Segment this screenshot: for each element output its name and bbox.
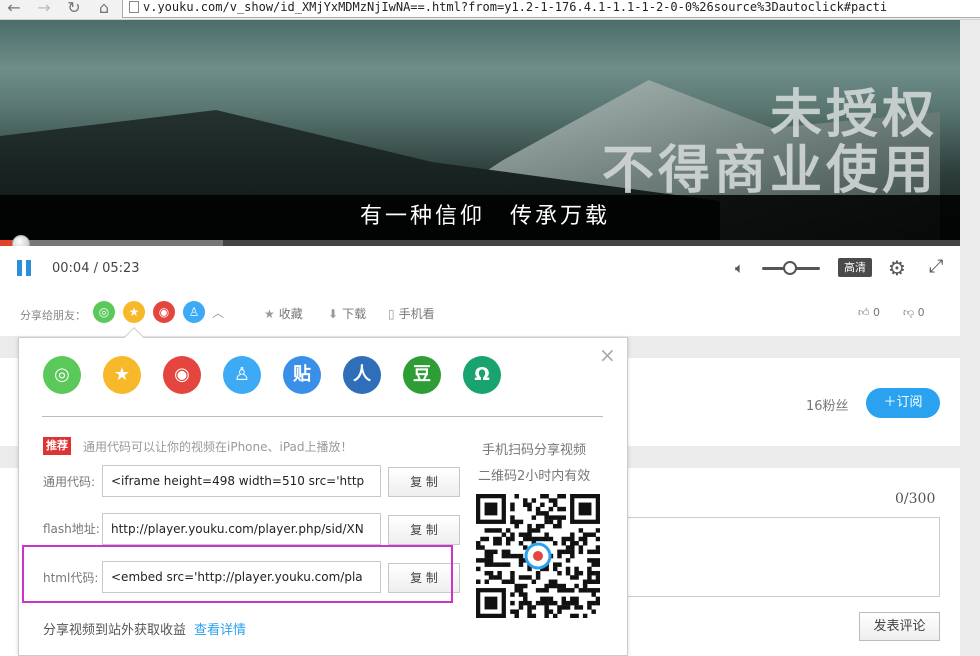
phone-icon: ▯ bbox=[388, 307, 395, 321]
comment-counter: 0/300 bbox=[895, 491, 936, 507]
reload-icon[interactable]: ↻ bbox=[64, 0, 84, 18]
back-icon[interactable]: ← bbox=[4, 0, 24, 18]
renren-share-icon[interactable]: 人 bbox=[343, 356, 381, 394]
video-player[interactable]: 未授权 不得商业使用 有一种信仰 传承万载 bbox=[0, 20, 960, 240]
subscribe-button[interactable]: ＋订阅 bbox=[866, 388, 940, 418]
chevron-up-icon[interactable]: ︿ bbox=[212, 304, 224, 321]
forward-icon[interactable]: → bbox=[34, 0, 54, 18]
mobile-watch-label: 手机看 bbox=[398, 307, 435, 321]
dislike-count: 0 bbox=[917, 306, 925, 319]
url-text: v.youku.com/v_show/id_XMjYxMDMzNjIwNA==.… bbox=[143, 0, 888, 14]
like-button[interactable]: 👍︎ 0 bbox=[858, 306, 880, 319]
download-icon: ⬇ bbox=[328, 307, 339, 321]
share-label: 分享给朋友： bbox=[20, 309, 86, 322]
volume-handle[interactable] bbox=[783, 261, 797, 275]
highlight-box bbox=[22, 545, 453, 603]
copy-universal-button[interactable]: 复 制 bbox=[388, 467, 460, 497]
favorite-label: 收藏 bbox=[278, 307, 303, 321]
page: ← → ↻ ⌂ v.youku.com/v_show/id_XMjYxMDMzN… bbox=[0, 0, 980, 656]
qq-share-icon[interactable]: ♙ bbox=[223, 356, 261, 394]
tieba-share-icon[interactable]: 贴 bbox=[283, 356, 321, 394]
address-bar[interactable]: v.youku.com/v_show/id_XMjYxMDMzNjIwNA==.… bbox=[122, 0, 980, 18]
universal-code-label: 通用代码: bbox=[43, 475, 96, 489]
post-comment-button[interactable]: 发表评论 bbox=[859, 612, 940, 641]
qr-title: 手机扫码分享视频 bbox=[482, 443, 587, 458]
qzone-icon[interactable]: ★ bbox=[123, 301, 145, 323]
flash-url-input[interactable]: http://player.youku.com/player.php/sid/X… bbox=[102, 513, 381, 545]
page-icon bbox=[129, 1, 139, 13]
thumbs-up-icon: 👍︎ bbox=[858, 306, 870, 319]
thumbs-down-icon: 👎︎ bbox=[903, 306, 915, 319]
flash-url-label: flash地址: bbox=[43, 522, 100, 536]
pause-icon[interactable] bbox=[17, 260, 33, 276]
qq-icon[interactable]: ♙ bbox=[183, 301, 205, 323]
earn-text: 分享视频到站外获取收益 bbox=[43, 623, 187, 638]
like-count: 0 bbox=[873, 306, 880, 319]
recommend-badge: 推荐 bbox=[43, 437, 71, 455]
douban-share-icon[interactable]: 豆 bbox=[403, 356, 441, 394]
popup-divider bbox=[42, 416, 603, 417]
copy-flash-button[interactable]: 复 制 bbox=[388, 515, 460, 545]
control-bar: 00:04 / 05:23 🔈︎ 高清 ⚙ ⤢ bbox=[0, 246, 960, 290]
weibo-icon[interactable]: ◉ bbox=[153, 301, 175, 323]
fullscreen-icon[interactable]: ⤢ bbox=[929, 256, 943, 277]
download-label: 下载 bbox=[342, 307, 367, 321]
mobile-watch-button[interactable]: ▯ 手机看 bbox=[388, 305, 435, 322]
qr-code bbox=[476, 494, 600, 618]
browser-toolbar: ← → ↻ ⌂ v.youku.com/v_show/id_XMjYxMDMzN… bbox=[0, 0, 980, 20]
wechat-share-icon[interactable]: ◎ bbox=[43, 356, 81, 394]
wechat-icon[interactable]: ◎ bbox=[93, 301, 115, 323]
close-icon[interactable]: × bbox=[599, 345, 616, 365]
star-icon: ★ bbox=[264, 307, 275, 321]
volume-icon[interactable]: 🔈︎ bbox=[735, 259, 744, 277]
fan-count: 16粉丝 bbox=[806, 399, 849, 414]
earn-details-link[interactable]: 查看详情 bbox=[194, 619, 246, 638]
universal-code-input[interactable]: <iframe height=498 width=510 src='http bbox=[102, 465, 381, 497]
time-display: 00:04 / 05:23 bbox=[52, 261, 140, 276]
other-share-icon[interactable]: Ω bbox=[463, 356, 501, 394]
qzone-share-icon[interactable]: ★ bbox=[103, 356, 141, 394]
comment-input[interactable] bbox=[626, 517, 940, 597]
watermark-line-2: 不得商业使用 bbox=[601, 141, 938, 201]
dislike-button[interactable]: 👎︎ 0 bbox=[903, 306, 925, 319]
favorite-button[interactable]: ★ 收藏 bbox=[264, 305, 303, 322]
weibo-share-icon[interactable]: ◉ bbox=[163, 356, 201, 394]
download-button[interactable]: ⬇ 下载 bbox=[328, 305, 366, 322]
home-icon[interactable]: ⌂ bbox=[94, 0, 114, 18]
share-row: 分享给朋友： ◎ ★ ◉ ♙ ︿ ★ 收藏 ⬇ 下载 ▯ 手机看 👍︎ 0 👎︎ 0 bbox=[0, 290, 960, 336]
video-subtitle: 有一种信仰 传承万载 bbox=[359, 204, 610, 229]
recommend-text: 通用代码可以让你的视频在iPhone、iPad上播放！ bbox=[83, 440, 353, 454]
gear-icon[interactable]: ⚙ bbox=[888, 256, 906, 280]
qr-note: 二维码2小时内有效 bbox=[478, 469, 591, 484]
quality-button[interactable]: 高清 bbox=[838, 258, 872, 277]
